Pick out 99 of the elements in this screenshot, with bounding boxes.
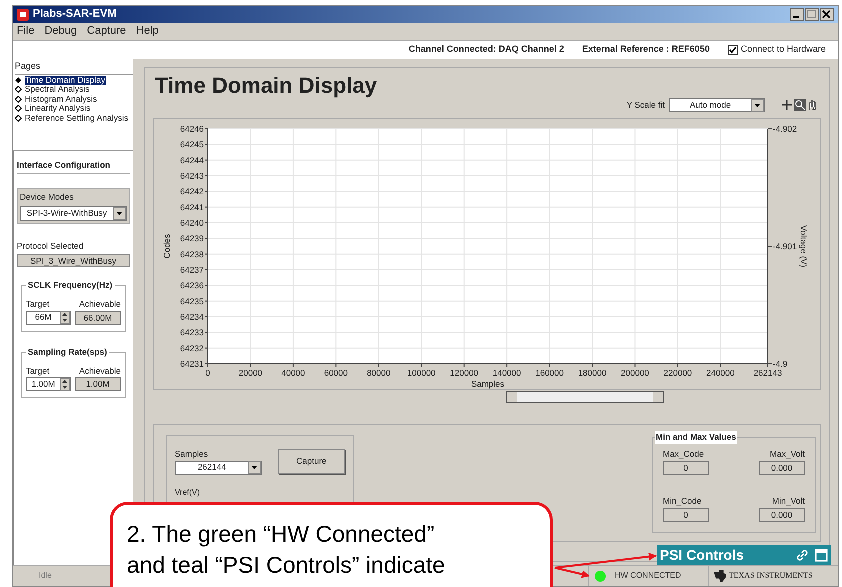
- x-tick-label: 100000: [407, 368, 436, 378]
- x-tick-label: 220000: [664, 368, 692, 378]
- y-tick-label: 64245: [180, 140, 204, 150]
- y-tick-label: 64246: [180, 124, 204, 134]
- y-tick-label: -4.9: [773, 359, 788, 369]
- status-text: Idle: [38, 570, 53, 582]
- x-axis-title: Samples: [471, 379, 505, 389]
- page-item[interactable]: Histogram Analysis: [25, 94, 98, 104]
- close-button[interactable]: [820, 8, 834, 21]
- field-label: Achievable: [79, 364, 121, 378]
- zoom-icon[interactable]: [794, 99, 806, 111]
- x-tick-label: 140000: [492, 368, 522, 378]
- spin-arrows-icon[interactable]: [60, 311, 70, 324]
- page-item[interactable]: Spectral Analysis: [25, 85, 91, 94]
- x-tick-label: 60000: [324, 368, 348, 378]
- x-tick-label: 180000: [578, 368, 607, 378]
- y-tick-label: 64243: [180, 171, 204, 181]
- logo-icon: [714, 570, 726, 582]
- hand-icon[interactable]: [807, 99, 819, 111]
- menu-item[interactable]: Help: [136, 23, 159, 40]
- group-title: Interface Configuration: [17, 159, 130, 174]
- page-item[interactable]: Linearity Analysis: [25, 104, 92, 114]
- y-tick-label: 64237: [180, 265, 204, 275]
- checkbox-icon[interactable]: [728, 45, 738, 55]
- field-label: Vref(V): [175, 486, 200, 499]
- y-tick-label: 64239: [180, 234, 204, 244]
- reference-status: External Reference : REF6050: [582, 43, 710, 56]
- target-spinbox[interactable]: 66M: [26, 310, 71, 325]
- minimize-button[interactable]: [790, 8, 804, 21]
- maximize-icon[interactable]: [815, 548, 828, 562]
- connect-checkbox[interactable]: Connect to Hardware: [728, 43, 826, 57]
- psi-controls-bar[interactable]: PSI Controls: [657, 545, 831, 565]
- link-icon[interactable]: [796, 548, 809, 562]
- y-tick-label: 64236: [180, 280, 204, 291]
- field-label: Min_Code: [663, 495, 702, 508]
- y-axis-title: Voltage (V): [799, 225, 809, 268]
- achievable-value: 1.00M: [75, 377, 121, 392]
- group-title: Min and Max Values: [655, 431, 738, 444]
- y-scale-dropdown[interactable]: Auto mode: [669, 98, 765, 112]
- device-mode-dropdown[interactable]: SPI-3-Wire-WithBusy: [20, 206, 127, 220]
- app-icon: [17, 8, 29, 20]
- page-item[interactable]: Reference Settling Analysis: [25, 114, 130, 123]
- y-tick-label: 64244: [180, 155, 204, 166]
- spin-arrows-icon[interactable]: [60, 378, 70, 391]
- x-tick-label: 120000: [450, 368, 479, 378]
- value-field: 0: [663, 460, 709, 475]
- target-spinbox[interactable]: 1.00M: [26, 377, 71, 392]
- x-tick-label: 0: [206, 368, 210, 378]
- y-tick-label: 64233: [180, 328, 204, 338]
- protocol-value: SPI_3_Wire_WithBusy: [17, 254, 130, 268]
- field-label: Target: [26, 298, 50, 311]
- pages-heading: Pages: [15, 60, 133, 74]
- menu-item[interactable]: File: [17, 23, 35, 40]
- y-tick-label: 64234: [180, 312, 204, 322]
- x-tick-label: 240000: [706, 368, 735, 378]
- field-label: Min_Volt: [772, 495, 805, 508]
- capture-button[interactable]: Capture: [278, 449, 345, 474]
- field-label: Device Modes: [20, 190, 75, 204]
- y-tick-label: 64240: [180, 218, 204, 228]
- y-tick-label: 64231: [180, 359, 204, 369]
- y-tick-label: 64238: [180, 249, 204, 260]
- field-label: Max_Volt: [770, 448, 805, 461]
- y-tick-label: 64242: [180, 186, 204, 197]
- field-label: Achievable: [79, 298, 121, 311]
- callout-text: 2. The green “HW Connected” and teal “PSI Controls” indicate: [127, 520, 446, 580]
- window-title: Plabs-SAR-EVM: [33, 7, 117, 22]
- field-label: Y Scale fit: [626, 98, 665, 112]
- x-tick-label: 262143: [754, 368, 782, 378]
- x-tick-label: 160000: [536, 368, 564, 378]
- x-tick-label: 40000: [282, 368, 306, 378]
- y-tick-label: 64241: [180, 202, 204, 212]
- menu-item[interactable]: Capture: [87, 23, 126, 40]
- channel-status: Channel Connected: DAQ Channel 2: [408, 43, 564, 56]
- field-label: Target: [26, 364, 50, 378]
- field-label: Protocol Selected: [17, 240, 85, 252]
- logo-text: TEXAS INSTRUMENTS: [729, 570, 813, 582]
- y-axis-title: Codes: [162, 234, 172, 259]
- value-field: 0: [663, 508, 709, 522]
- x-tick-label: 80000: [367, 368, 391, 378]
- value-field: 0.000: [759, 508, 805, 522]
- page-title: Time Domain Display: [155, 72, 378, 100]
- samples-dropdown[interactable]: 262144: [175, 460, 262, 475]
- achievable-value: 66.00M: [75, 310, 121, 325]
- menu-item[interactable]: Debug: [44, 23, 78, 40]
- field-label: Max_Code: [663, 448, 704, 461]
- x-tick-label: 200000: [621, 368, 650, 378]
- y-tick-label: -4.902: [773, 124, 798, 134]
- y-tick-label: -4.901: [773, 242, 798, 252]
- value-field: 0.000: [759, 460, 805, 475]
- maximize-button[interactable]: [805, 8, 819, 21]
- x-tick-label: 20000: [238, 368, 263, 378]
- y-tick-label: 64235: [180, 296, 204, 306]
- crosshair-icon[interactable]: [781, 99, 793, 111]
- group-title: SCLK Frequency(Hz): [27, 279, 114, 292]
- status-text: HW CONNECTED: [615, 570, 682, 582]
- field-label: Samples: [175, 448, 210, 461]
- group-title: Sampling Rate(sps): [27, 346, 108, 358]
- y-tick-label: 64232: [180, 343, 204, 354]
- page-item[interactable]: Time Domain Display: [25, 76, 106, 85]
